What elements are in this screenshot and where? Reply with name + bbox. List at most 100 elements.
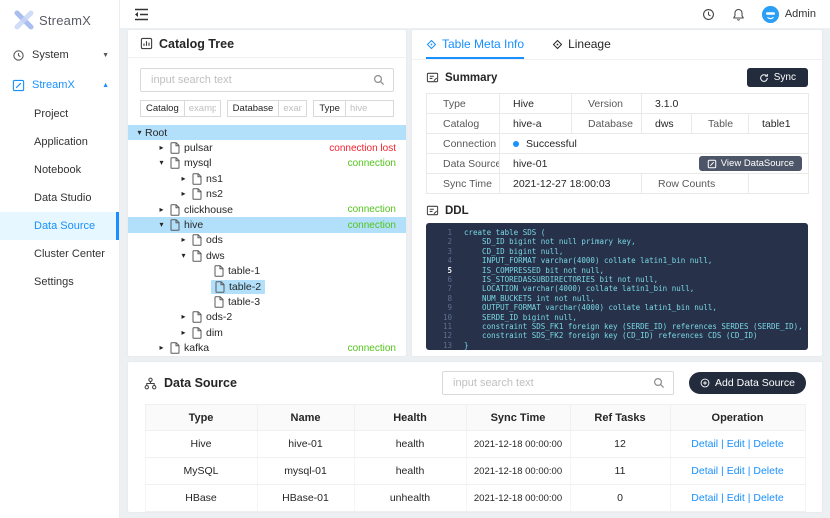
summary-value: 3.1.0 — [641, 93, 809, 114]
file-icon — [170, 142, 180, 154]
sidebar-item-settings[interactable]: Settings — [0, 268, 119, 296]
data-source-search-input[interactable] — [451, 376, 648, 390]
caret-right-icon[interactable]: ▸ — [156, 344, 167, 352]
ddl-code-block[interactable]: create table SDS ( SD_ID bigint not null… — [426, 223, 808, 350]
tree-node-label: ods-2 — [206, 311, 233, 324]
edit-link[interactable]: Edit — [718, 465, 745, 477]
caret-right-icon[interactable]: ▸ — [178, 328, 189, 337]
bell-icon[interactable] — [732, 8, 745, 21]
tree-node-label: dim — [206, 326, 223, 339]
caret-right-icon[interactable]: ▸ — [178, 174, 189, 183]
delete-link[interactable]: Delete — [745, 492, 784, 504]
file-icon — [192, 311, 202, 324]
code-line: SERDE_ID bigint null, — [464, 312, 577, 322]
catalog-search-input[interactable] — [149, 73, 367, 87]
clock-icon[interactable] — [702, 8, 715, 21]
detail-link[interactable]: Detail — [691, 438, 718, 450]
tree-node-ods-2[interactable]: ▸ ods-2 — [128, 310, 406, 325]
plus-circle-icon — [700, 378, 710, 388]
file-icon — [170, 157, 180, 170]
sidebar-item-cluster-center[interactable]: Cluster Center — [0, 240, 119, 268]
edit-square-icon — [12, 79, 25, 91]
status-dot — [513, 140, 519, 147]
view-datasource-button[interactable]: View DataSource — [698, 156, 802, 171]
caret-right-icon[interactable]: ▸ — [156, 144, 167, 152]
filter-type-input[interactable] — [344, 100, 395, 117]
tree-node-ns2[interactable]: ▸ ns2 — [128, 187, 406, 202]
delete-link[interactable]: Delete — [745, 438, 784, 450]
edit-link[interactable]: Edit — [718, 438, 745, 450]
tree-node-mysql[interactable]: ▾ mysql connection — [128, 156, 406, 171]
tree-node-ns1[interactable]: ▸ ns1 — [128, 171, 406, 186]
tree-node-table-1[interactable]: ▸ table-1 — [128, 264, 406, 279]
search-icon[interactable] — [653, 377, 665, 389]
tree-node-label: ns1 — [206, 172, 223, 185]
caret-right-icon[interactable]: ▸ — [178, 190, 189, 198]
catalog-tree-icon — [140, 37, 153, 50]
tree-node-clickhouse[interactable]: ▸ clickhouse connection — [128, 202, 406, 217]
caret-down-icon[interactable]: ▾ — [156, 221, 167, 229]
caret-down-icon[interactable]: ▾ — [134, 128, 145, 137]
add-data-source-button[interactable]: Add Data Source — [689, 372, 806, 394]
tab-lineage[interactable]: Lineage — [552, 37, 611, 59]
summary-label: Table — [691, 113, 749, 134]
detail-link[interactable]: Detail — [691, 465, 718, 477]
data-source-table: Type Name Health Sync Time Ref Tasks Ope… — [144, 404, 806, 512]
search-icon[interactable] — [373, 74, 385, 86]
tree-node-root[interactable]: ▾ Root — [128, 125, 406, 141]
tree-node-dim[interactable]: ▸ dim — [128, 325, 406, 340]
cell-health: unhealth — [353, 484, 467, 512]
tree-node-dws[interactable]: ▾ dws — [128, 248, 406, 263]
sidebar-item-notebook[interactable]: Notebook — [0, 156, 119, 184]
tree-node-ods[interactable]: ▸ ods — [128, 233, 406, 248]
caret-right-icon[interactable]: ▸ — [178, 236, 189, 244]
cell-sync-time: 2021-12-18 00:00:00 — [465, 457, 571, 485]
sidebar-item-data-source[interactable]: Data Source — [0, 212, 119, 240]
tree-node-label: ods — [206, 234, 223, 247]
delete-link[interactable]: Delete — [745, 465, 784, 477]
caret-down-icon[interactable]: ▾ — [178, 251, 189, 260]
sidebar-item-data-studio[interactable]: Data Studio — [0, 184, 119, 212]
user-menu[interactable]: Admin — [761, 5, 816, 23]
file-icon — [170, 219, 180, 231]
sidebar: StreamX System ▼ StreamX ▲ Project Appli… — [0, 0, 120, 518]
caret-right-icon[interactable]: ▸ — [156, 205, 167, 214]
code-line: constraint SDS_FK1 foreign key (SERDE_ID… — [464, 322, 803, 332]
catalog-filters: Catalog Database Type — [140, 100, 395, 117]
diamond-icon — [426, 39, 437, 49]
tree-node-label: table-1 — [228, 265, 261, 278]
sidebar-item-project[interactable]: Project — [0, 100, 119, 128]
catalog-tree: ▾ Root ▸ pulsar connection lost ▾ mysql … — [128, 125, 406, 356]
menu-fold-icon[interactable] — [134, 8, 149, 21]
catalog-search — [140, 68, 394, 92]
add-data-source-label: Add Data Source — [715, 377, 795, 389]
summary-value-datasource: hive-01 View DataSource — [499, 153, 809, 174]
edit-link[interactable]: Edit — [718, 492, 745, 504]
caret-down-icon[interactable]: ▾ — [156, 159, 167, 167]
cell-ref-tasks: 11 — [569, 457, 671, 485]
system-icon — [13, 49, 24, 61]
summary-value: hive-a — [499, 113, 572, 134]
sidebar-group-system[interactable]: System ▼ — [0, 40, 119, 70]
tab-table-meta-info[interactable]: Table Meta Info — [426, 37, 525, 59]
detail-link[interactable]: Detail — [691, 492, 718, 504]
tree-node-hive[interactable]: ▾ hive connection — [128, 217, 406, 233]
summary-value: Hive — [499, 93, 572, 114]
tree-node-table-2[interactable]: ▸ table-2 — [128, 279, 406, 294]
sidebar-group-streamx[interactable]: StreamX ▲ — [0, 70, 119, 100]
filter-catalog-input[interactable] — [183, 100, 221, 117]
sidebar-item-application[interactable]: Application — [0, 128, 119, 156]
cell-ref-tasks: 12 — [569, 430, 671, 458]
sync-button[interactable]: Sync — [746, 68, 808, 87]
tree-node-pulsar[interactable]: ▸ pulsar connection lost — [128, 140, 406, 155]
tree-node-table-3[interactable]: ▸ table-3 — [128, 294, 406, 309]
cell-health: health — [353, 457, 467, 485]
catalog-tree-title: Catalog Tree — [159, 36, 235, 51]
filter-database-input[interactable] — [278, 100, 308, 117]
column-header: Operation — [669, 404, 806, 431]
diamond-icon — [552, 39, 563, 49]
caret-right-icon[interactable]: ▸ — [178, 313, 189, 321]
filter-catalog: Catalog — [140, 100, 221, 117]
tree-node-label: Root — [145, 126, 168, 139]
tree-node-kafka[interactable]: ▸ kafka connection — [128, 340, 406, 355]
